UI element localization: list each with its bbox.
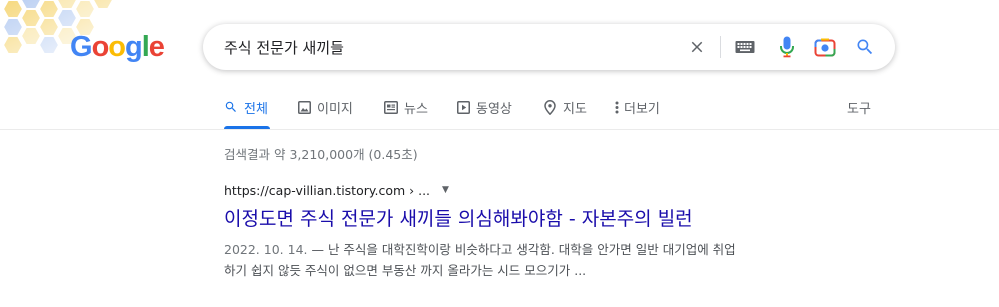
tab-label: 이미지 [317, 101, 353, 117]
result-url[interactable]: https://cap-villian.tistory.com › ... [224, 183, 430, 198]
tools-button[interactable]: 도구 [847, 97, 871, 117]
tab-all[interactable]: 전체 [224, 97, 268, 117]
tab-videos[interactable]: 동영상 [456, 97, 512, 117]
tab-more[interactable]: 더보기 [614, 97, 660, 117]
keyboard-icon[interactable] [733, 35, 757, 59]
logo-letter: o [91, 30, 110, 63]
tab-label: 동영상 [476, 101, 512, 117]
tab-maps[interactable]: 지도 [543, 97, 587, 117]
search-result: https://cap-villian.tistory.com › ... ▼ … [224, 180, 824, 281]
map-pin-icon [543, 99, 557, 115]
caret-down-icon[interactable]: ▼ [442, 185, 449, 195]
snippet-line: 하기 쉽지 않듯 주식이 없으면 부동산 까지 올라가는 시드 모으기가 ... [224, 263, 587, 278]
tab-label: 지도 [563, 101, 587, 117]
tab-label: 전체 [244, 101, 268, 117]
camera-lens-icon[interactable] [813, 35, 837, 59]
news-icon [384, 100, 398, 114]
video-icon [456, 100, 470, 114]
tab-news[interactable]: 뉴스 [384, 97, 428, 117]
result-snippet: 2022. 10. 14. — 난 주식을 대학진학이랑 비슷하다고 생각함. … [224, 239, 824, 281]
searchbox-divider [720, 36, 721, 58]
google-logo[interactable]: G o o g l e [70, 29, 165, 65]
logo-letter: g [125, 30, 143, 63]
image-icon [297, 100, 311, 114]
logo-letter: e [148, 30, 165, 63]
logo-letter: l [141, 30, 150, 63]
tab-label: 뉴스 [404, 101, 428, 117]
tab-images[interactable]: 이미지 [297, 97, 353, 117]
search-input[interactable] [224, 24, 664, 70]
result-date: 2022. 10. 14. [224, 242, 308, 257]
tab-label: 더보기 [624, 101, 660, 117]
result-url-line: https://cap-villian.tistory.com › ... ▼ [224, 180, 824, 200]
more-vert-icon [614, 100, 620, 114]
snippet-line: — 난 주식을 대학진학이랑 비슷하다고 생각함. 대학을 안가면 일반 대기업… [307, 242, 736, 257]
google-search-results-page: G o o g l e 주식 전문가 새끼들 전체 이미지 뉴스 동영상 지도 … [0, 0, 999, 307]
search-box [203, 24, 895, 70]
microphone-icon[interactable] [775, 35, 799, 59]
search-icon [224, 100, 238, 114]
header-divider [0, 129, 999, 130]
search-icon[interactable] [853, 35, 877, 59]
logo-letter: G [70, 30, 93, 63]
logo-letter: o [108, 30, 126, 63]
result-stats: 검색결과 약 3,210,000개 (0.45초) [224, 147, 418, 162]
clear-icon[interactable] [685, 35, 709, 59]
result-title-link[interactable]: 이정도면 주식 전문가 새끼들 의심해봐야함 - 자본주의 빌런 [224, 206, 824, 232]
